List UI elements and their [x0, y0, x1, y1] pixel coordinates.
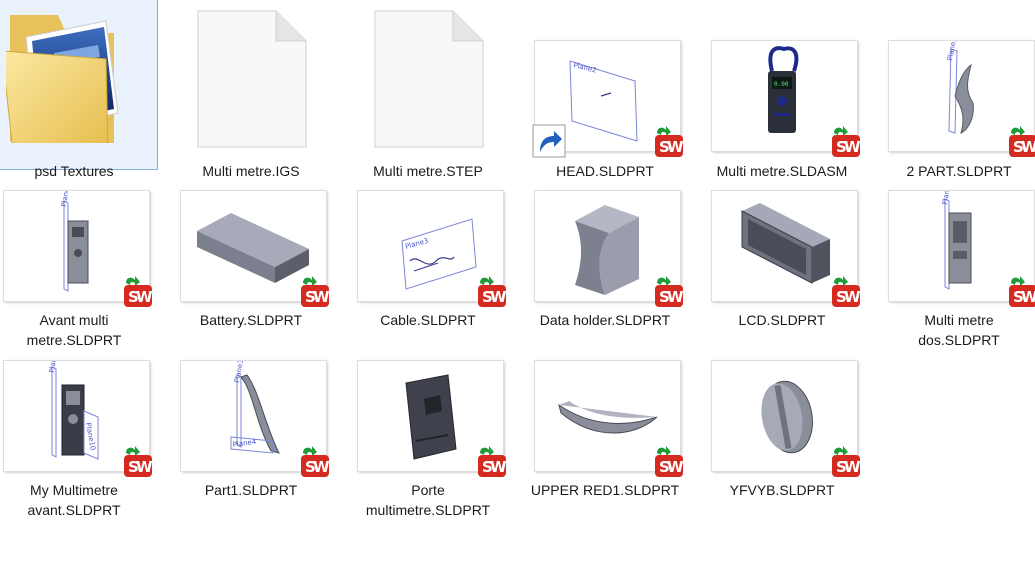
part-thumbnail: Plane3 Plane4 S W: [181, 361, 330, 477]
file-label: YFVYB.SLDPRT: [729, 482, 835, 498]
part-thumbnail: Plane8 S W: [889, 191, 1035, 307]
solidworks-icon: S W: [124, 446, 153, 477]
svg-text:Plane10: Plane10: [84, 422, 97, 451]
svg-text:W: W: [667, 458, 684, 476]
svg-text:W: W: [1021, 288, 1035, 306]
file-label: LCD.SLDPRT: [738, 312, 826, 328]
file-item-my-multimetre-avant[interactable]: Plane5 Plane10 S W My Multimetre avant.S…: [0, 340, 158, 520]
solidworks-icon: S W: [1009, 276, 1035, 307]
document-icon: [197, 10, 307, 148]
solidworks-icon: S W: [655, 276, 684, 307]
file-label: My Multimetre avant.SLDPRT: [27, 482, 121, 518]
svg-text:0.00: 0.00: [774, 81, 789, 88]
part-thumbnail: S W: [358, 361, 507, 477]
file-item-upper-red1[interactable]: S W UPPER RED1.SLDPRT: [519, 340, 689, 520]
part-thumbnail: S W: [535, 191, 684, 307]
part-thumbnail: Plane2 S W: [532, 41, 684, 158]
part-thumbnail: Plane3 S W: [358, 191, 507, 307]
file-label: Multi metre dos.SLDPRT: [918, 312, 1000, 348]
svg-text:W: W: [844, 288, 861, 306]
solidworks-icon: S W: [124, 276, 153, 307]
shortcut-arrow-icon: [532, 124, 566, 158]
solidworks-icon: S W: [478, 446, 507, 477]
file-item-yfvyb[interactable]: S W YFVYB.SLDPRT: [696, 340, 866, 520]
part-thumbnail: Plane11 S W: [4, 191, 153, 307]
part-thumbnail: Plane5 Plane10 S W: [4, 361, 153, 477]
part-thumbnail: S W: [712, 361, 861, 477]
file-item-porte-multimetre[interactable]: S W Porte multimetre.SLDPRT: [342, 340, 512, 520]
file-label: Porte multimetre.SLDPRT: [365, 482, 491, 518]
part-thumbnail: S W: [181, 191, 330, 307]
file-item-avant-multi-metre[interactable]: Plane11 S W Avant multi metre.SLDPRT: [0, 170, 158, 350]
file-item-multi-metre-sldasm[interactable]: 0.00 S W Multi metre.SLDASM: [696, 0, 866, 180]
file-item-psd-textures[interactable]: psd Textures: [0, 0, 158, 179]
solidworks-icon: S W: [655, 126, 684, 157]
svg-text:W: W: [844, 138, 861, 156]
file-item-lcd-sldprt[interactable]: S W LCD.SLDPRT: [696, 170, 866, 350]
assembly-thumbnail: 0.00 S W: [712, 41, 861, 157]
svg-text:W: W: [136, 458, 153, 476]
folder-icon: [6, 15, 119, 143]
solidworks-icon: S W: [1009, 126, 1035, 157]
svg-text:W: W: [490, 458, 507, 476]
file-label: Part1.SLDPRT: [204, 482, 298, 498]
solidworks-icon: S W: [301, 446, 330, 477]
svg-text:W: W: [844, 458, 861, 476]
file-item-multi-metre-step[interactable]: Multi metre.STEP: [342, 0, 512, 179]
svg-text:Plane11: Plane11: [60, 191, 72, 207]
file-label: Battery.SLDPRT: [199, 312, 303, 328]
svg-text:Plane8: Plane8: [941, 191, 952, 205]
solidworks-icon: S W: [832, 276, 861, 307]
part-thumbnail: S W: [712, 191, 861, 307]
solidworks-icon: S W: [832, 126, 861, 157]
file-label: Data holder.SLDPRT: [539, 312, 671, 328]
file-item-part1-sldprt[interactable]: Plane3 Plane4 S W Part1.SLDPRT: [165, 340, 335, 520]
solidworks-icon: S W: [655, 446, 684, 477]
file-item-head-sldprt[interactable]: Plane2 S W HEAD.SLDPRT: [519, 0, 689, 180]
svg-text:W: W: [490, 288, 507, 306]
svg-text:W: W: [667, 288, 684, 306]
svg-text:Plane5: Plane5: [48, 361, 59, 373]
file-item-multi-metre-dos[interactable]: Plane8 S W Multi metre dos.SLDPRT: [873, 170, 1035, 350]
svg-text:W: W: [667, 138, 684, 156]
file-label: Cable.SLDPRT: [380, 312, 476, 328]
file-label: UPPER RED1.SLDPRT: [530, 482, 680, 498]
svg-text:W: W: [136, 288, 153, 306]
svg-text:W: W: [313, 458, 330, 476]
file-item-data-holder-sldprt[interactable]: S W Data holder.SLDPRT: [519, 170, 689, 350]
solidworks-icon: S W: [301, 276, 330, 307]
file-item-multi-metre-igs[interactable]: Multi metre.IGS: [165, 0, 335, 179]
document-icon: [374, 10, 484, 148]
file-item-battery-sldprt[interactable]: S W Battery.SLDPRT: [165, 170, 335, 350]
solidworks-icon: S W: [478, 276, 507, 307]
part-thumbnail: S W: [535, 361, 684, 477]
svg-text:Plane2: Plane2: [573, 61, 598, 74]
part-thumbnail: Plane3 S W: [889, 41, 1035, 157]
file-item-cable-sldprt[interactable]: Plane3 S W Cable.SLDPRT: [342, 170, 512, 350]
svg-text:W: W: [313, 288, 330, 306]
file-item-2-part-sldprt[interactable]: Plane3 S W 2 PART.SLDPRT: [873, 0, 1035, 180]
solidworks-icon: S W: [832, 446, 861, 477]
svg-text:W: W: [1021, 138, 1035, 156]
svg-text:Plane4: Plane4: [232, 438, 257, 449]
